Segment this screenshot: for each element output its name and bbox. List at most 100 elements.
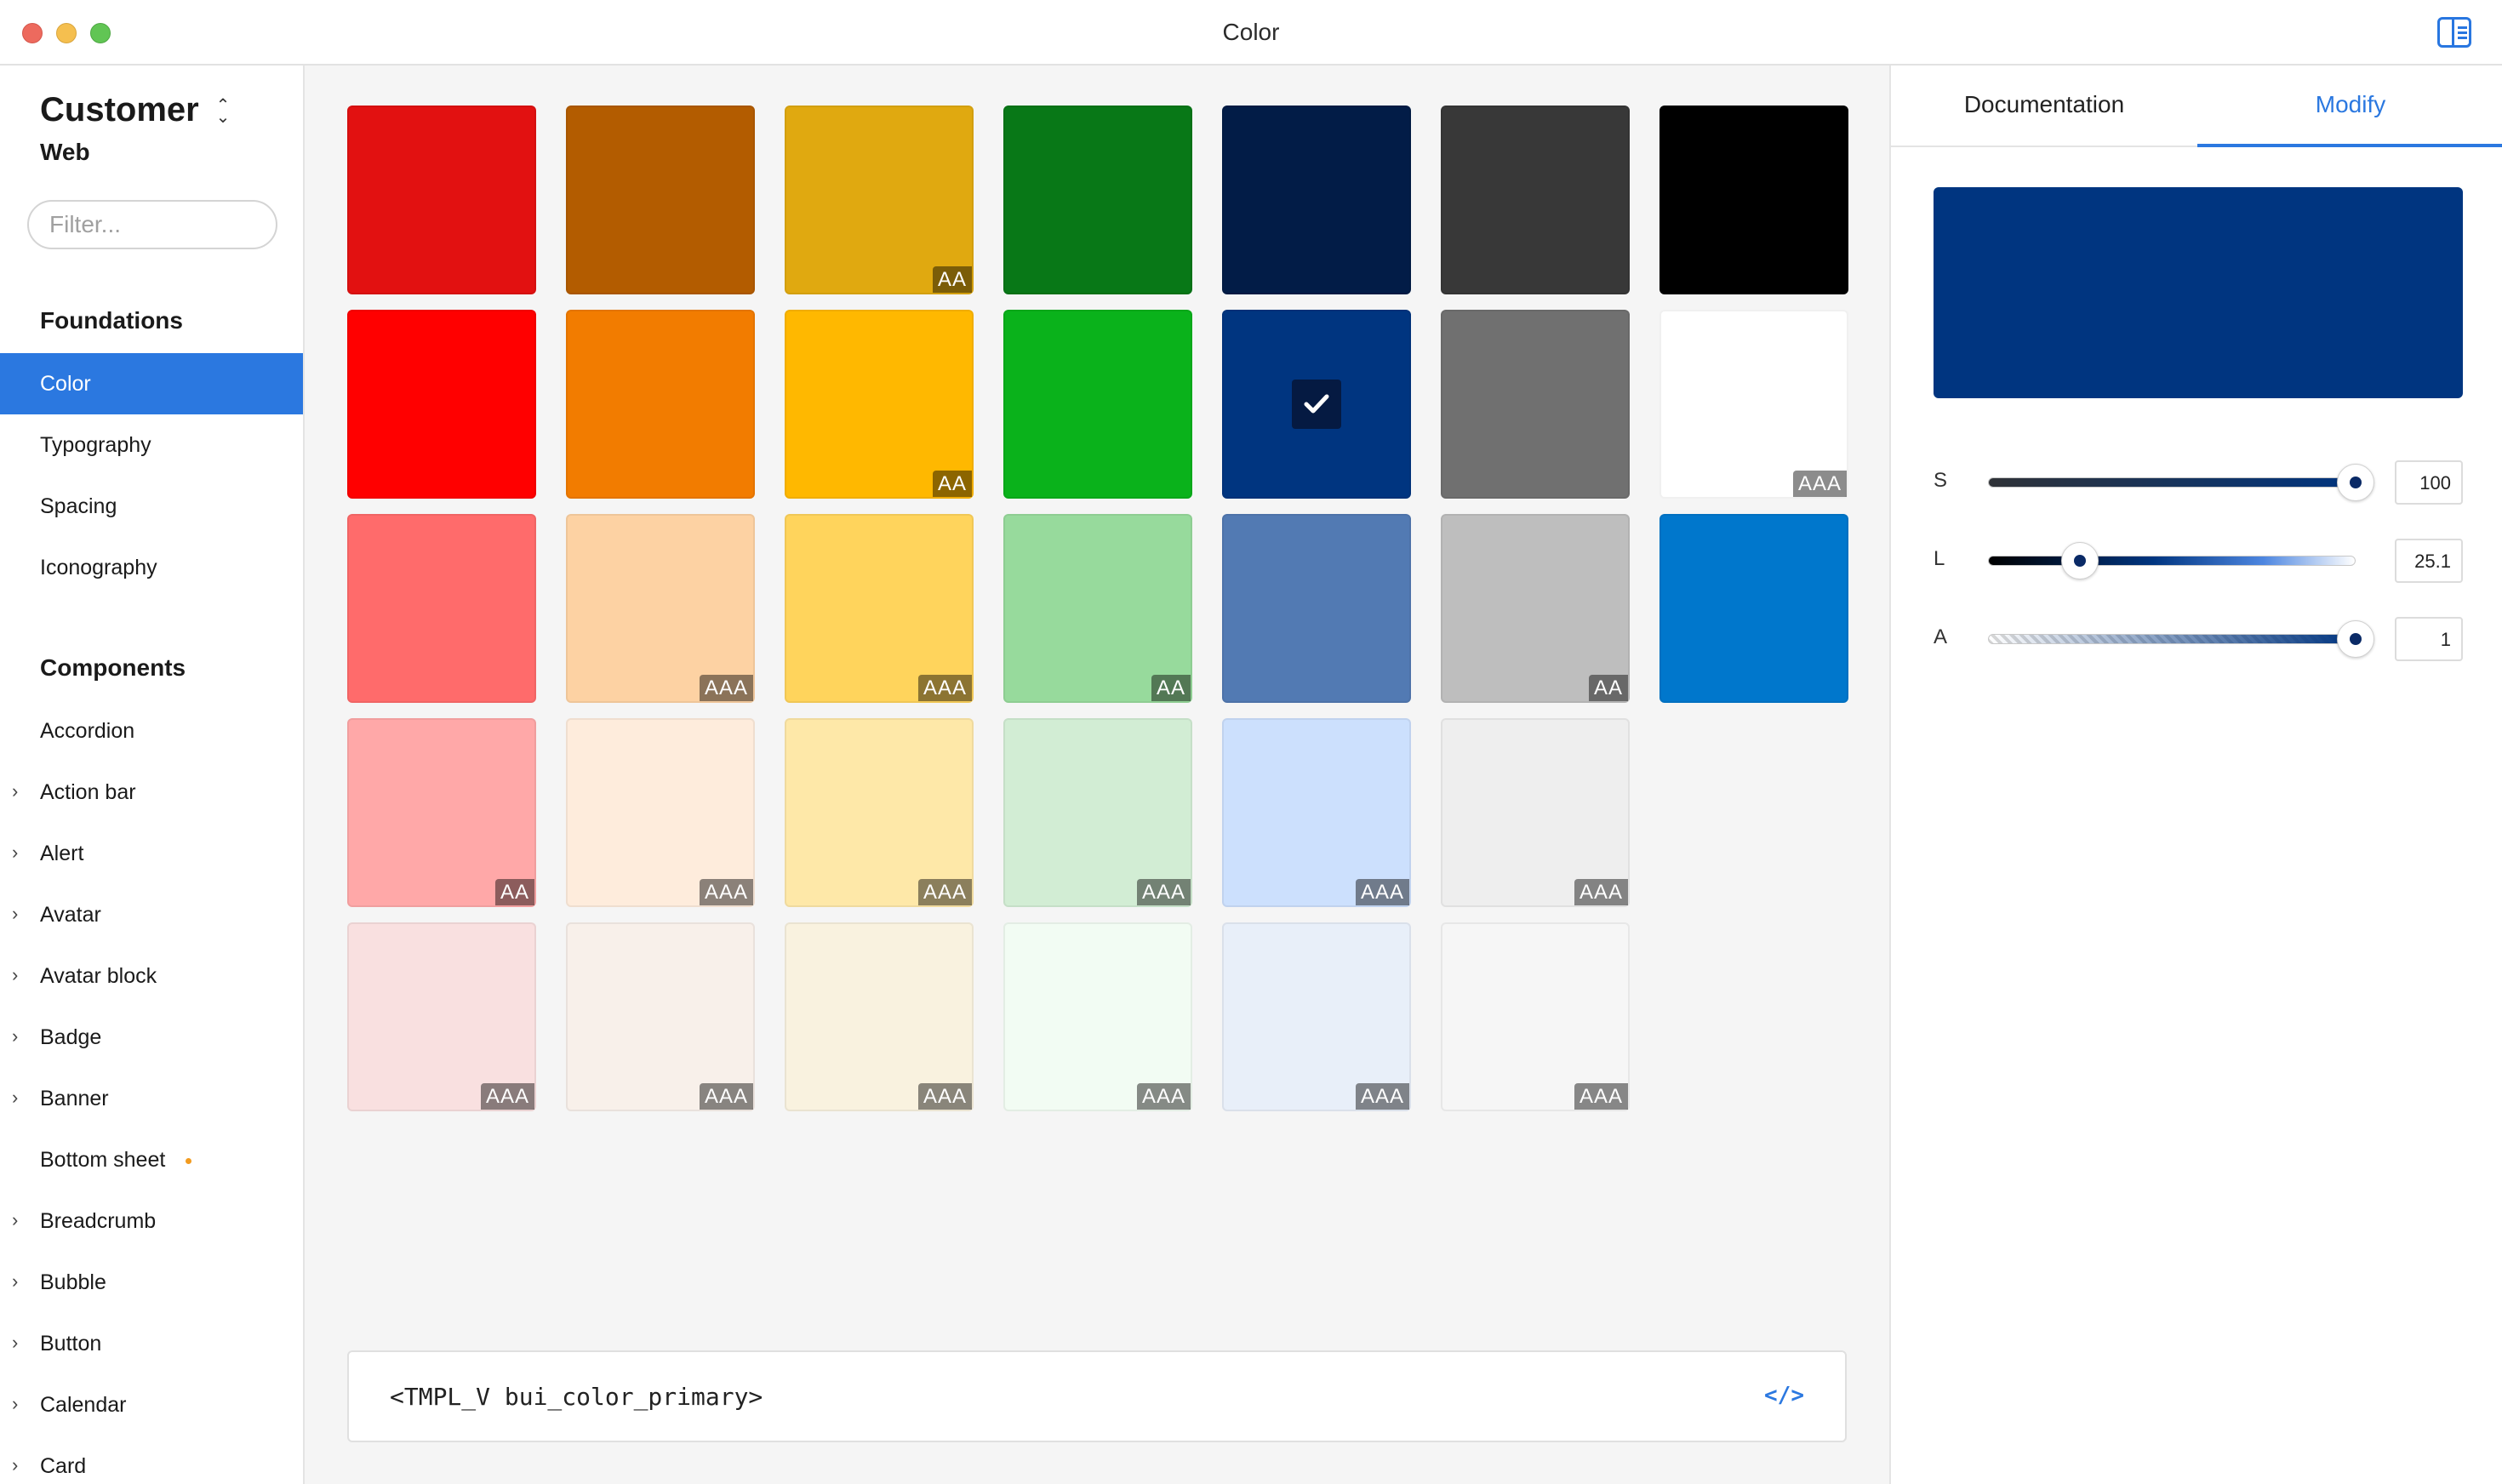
sidebar-item-label: Card	[40, 1454, 87, 1478]
color-swatch[interactable]: AAA	[566, 718, 755, 907]
color-swatch[interactable]: AAA	[566, 922, 755, 1111]
sidebar-item-breadcrumb[interactable]: › Breadcrumb	[0, 1190, 303, 1252]
chevron-up-down-icon[interactable]: ⌃ ⌄	[214, 97, 231, 126]
slider-track[interactable]	[1988, 556, 2356, 566]
chevron-right-icon[interactable]: ›	[12, 1025, 18, 1047]
chevron-right-icon[interactable]: ›	[12, 1332, 18, 1354]
sidebar-item-banner[interactable]: › Banner	[0, 1068, 303, 1129]
sidebar-item-accordion[interactable]: Accordion	[0, 700, 303, 762]
chevron-right-icon[interactable]: ›	[12, 1087, 18, 1109]
tab-modify[interactable]: Modify	[2197, 66, 2502, 147]
sidebar-item-avatar-block[interactable]: › Avatar block	[0, 945, 303, 1007]
color-swatch[interactable]	[347, 310, 536, 499]
chevron-right-icon[interactable]: ›	[12, 1270, 18, 1293]
sidebar-item-label: Action bar	[40, 780, 136, 804]
slider-value-input[interactable]: 100	[2395, 460, 2463, 505]
contrast-badge: AAA	[1136, 1083, 1191, 1110]
color-swatch[interactable]	[1222, 514, 1411, 703]
sidebar-item-alert[interactable]: › Alert	[0, 823, 303, 884]
color-swatch[interactable]	[347, 514, 536, 703]
sidebar-item-label: Iconography	[40, 556, 157, 579]
color-swatch[interactable]: AAA	[1003, 718, 1192, 907]
sidebar-item-label: Calendar	[40, 1393, 127, 1417]
chevron-right-icon[interactable]: ›	[12, 842, 18, 864]
color-swatch[interactable]: AAA	[1003, 922, 1192, 1111]
contrast-badge: AAA	[699, 879, 753, 905]
sidebar-item-color[interactable]: Color	[0, 353, 303, 414]
color-swatch[interactable]	[1659, 514, 1848, 703]
color-swatch[interactable]	[1003, 106, 1192, 294]
status-dot	[185, 1158, 191, 1164]
code-snippet-text[interactable]: <TMPL_V bui_color_primary>	[390, 1383, 763, 1411]
filter-input[interactable]	[27, 200, 277, 249]
color-swatch[interactable]: AAA	[1441, 922, 1630, 1111]
color-swatch[interactable]: AAA	[785, 718, 974, 907]
slider-label: L	[1934, 547, 1945, 570]
color-swatch[interactable]	[1222, 106, 1411, 294]
contrast-badge: AA	[1151, 675, 1191, 701]
sidebar-item-spacing[interactable]: Spacing	[0, 476, 303, 537]
color-swatch[interactable]	[566, 106, 755, 294]
color-swatch[interactable]: AAA	[1222, 922, 1411, 1111]
sidebar-item-label: Typography	[40, 433, 151, 457]
color-swatch[interactable]: AA	[785, 106, 974, 294]
sidebar-item-action-bar[interactable]: › Action bar	[0, 762, 303, 823]
chevron-right-icon[interactable]: ›	[12, 903, 18, 925]
slider-s: S 100	[1934, 457, 2463, 508]
brand-title[interactable]: Customer	[40, 91, 199, 129]
color-swatch[interactable]: AAA	[1222, 718, 1411, 907]
color-swatch[interactable]	[1659, 106, 1848, 294]
color-swatch[interactable]: AAA	[785, 922, 974, 1111]
contrast-badge: AA	[494, 879, 534, 905]
color-swatch[interactable]: AA	[785, 310, 974, 499]
sidebar-toggle-icon[interactable]	[2437, 17, 2471, 48]
contrast-badge: AAA	[1574, 1083, 1628, 1110]
color-swatch[interactable]: AAA	[566, 514, 755, 703]
color-swatch[interactable]	[566, 310, 755, 499]
slider-handle[interactable]	[2337, 620, 2374, 658]
slider-l: L 25.1	[1934, 535, 2463, 586]
chevron-right-icon[interactable]: ›	[12, 780, 18, 802]
color-swatch[interactable]: AAA	[1441, 718, 1630, 907]
slider-track[interactable]	[1988, 634, 2356, 644]
chevron-right-icon[interactable]: ›	[12, 1454, 18, 1476]
slider-handle[interactable]	[2061, 542, 2099, 579]
chevron-right-icon[interactable]: ›	[12, 1209, 18, 1231]
inspector-panel: Documentation Modify S 100 L 25.1 A 1	[1889, 66, 2502, 1484]
slider-value-input[interactable]: 25.1	[2395, 539, 2463, 583]
color-swatch[interactable]: AAA	[347, 922, 536, 1111]
code-icon[interactable]: </>	[1764, 1383, 1804, 1408]
tab-documentation[interactable]: Documentation	[1891, 66, 2197, 147]
contrast-badge: AAA	[699, 675, 753, 701]
slider-track[interactable]	[1988, 477, 2356, 488]
sidebar-item-badge[interactable]: › Badge	[0, 1007, 303, 1068]
color-swatch[interactable]: AA	[1003, 514, 1192, 703]
sidebar-item-card[interactable]: › Card	[0, 1435, 303, 1484]
color-swatch[interactable]	[347, 106, 536, 294]
color-swatch[interactable]	[1003, 310, 1192, 499]
color-swatch[interactable]: AA	[347, 718, 536, 907]
sidebar-item-typography[interactable]: Typography	[0, 414, 303, 476]
color-swatch[interactable]: AAA	[785, 514, 974, 703]
color-swatch[interactable]	[1441, 106, 1630, 294]
sidebar-item-avatar[interactable]: › Avatar	[0, 884, 303, 945]
sidebar-item-button[interactable]: › Button	[0, 1313, 303, 1374]
color-swatch[interactable]	[1222, 310, 1411, 499]
slider-handle[interactable]	[2337, 464, 2374, 501]
contrast-badge: AAA	[1792, 471, 1847, 497]
slider-value-input[interactable]: 1	[2395, 617, 2463, 661]
sidebar-item-bottom-sheet[interactable]: Bottom sheet	[0, 1129, 303, 1190]
chevron-right-icon[interactable]: ›	[12, 1393, 18, 1415]
title-bar: Color	[0, 0, 2502, 66]
sidebar-item-calendar[interactable]: › Calendar	[0, 1374, 303, 1435]
sidebar-item-label: Bottom sheet	[40, 1148, 166, 1172]
sidebar-item-iconography[interactable]: Iconography	[0, 537, 303, 598]
color-swatch[interactable]: AAA	[1659, 310, 1848, 499]
color-swatch[interactable]: AA	[1441, 514, 1630, 703]
contrast-badge: AA	[1588, 675, 1628, 701]
main-content: AA AA AAA AAA AAA AA AA AA AAA AAA AAA AAA AAA AAA AAA…	[305, 66, 1889, 1484]
contrast-badge: AAA	[699, 1083, 753, 1110]
sidebar-item-bubble[interactable]: › Bubble	[0, 1252, 303, 1313]
chevron-right-icon[interactable]: ›	[12, 964, 18, 986]
color-swatch[interactable]	[1441, 310, 1630, 499]
